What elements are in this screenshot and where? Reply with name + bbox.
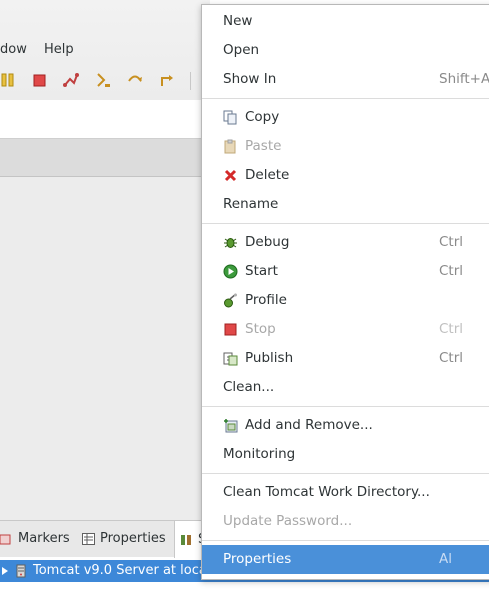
debug-shortcut: Ctrl [439, 234, 464, 250]
expand-arrow-icon[interactable] [2, 567, 8, 575]
menu-window[interactable]: dow [0, 42, 27, 57]
menu-item-copy[interactable]: Copy [202, 103, 489, 132]
servers-icon [181, 534, 191, 545]
step-over-icon[interactable] [126, 71, 144, 89]
toolbar-separator [190, 72, 191, 90]
menu-separator [202, 406, 489, 407]
menu-item-rename[interactable]: Rename [202, 190, 489, 219]
menu-separator [202, 98, 489, 99]
tab-markers-label: Markers [18, 531, 70, 546]
delete-icon [224, 169, 237, 182]
start-shortcut: Ctrl [439, 263, 464, 279]
menu-item-add-remove[interactable]: Add and Remove... [202, 411, 489, 440]
bottom-tab-strip: Markers Properties S [0, 520, 216, 558]
properties-icon [82, 532, 95, 545]
menu-separator [202, 223, 489, 224]
pane-header [0, 139, 210, 177]
menu-item-debug[interactable]: Debug Ctrl [202, 228, 489, 257]
menu-item-profile[interactable]: Profile [202, 286, 489, 315]
menu-item-show-in[interactable]: Show In Shift+A [202, 65, 489, 94]
properties-shortcut: Al [439, 551, 452, 567]
server-context-menu: New Open Show In Shift+A Copy Paste Dele… [201, 4, 489, 580]
menu-item-properties[interactable]: Properties Al [202, 545, 489, 574]
publish-shortcut: Ctrl [439, 350, 464, 366]
tab-markers[interactable]: Markers [0, 521, 70, 556]
menu-help[interactable]: Help [44, 42, 74, 57]
menu-separator [202, 473, 489, 474]
suspend-icon[interactable] [0, 71, 18, 89]
markers-icon [0, 534, 11, 544]
stop-shortcut: Ctrl [439, 321, 464, 337]
terminate-icon[interactable] [31, 71, 49, 89]
menu-item-stop[interactable]: Stop Ctrl [202, 315, 489, 344]
main-toolbar [0, 64, 210, 96]
menu-item-update-password[interactable]: Update Password... [202, 507, 489, 536]
step-into-icon[interactable] [94, 71, 112, 89]
menu-item-monitoring[interactable]: Monitoring [202, 440, 489, 469]
debug-bug-icon [224, 238, 237, 248]
editor-area [0, 177, 210, 520]
menu-item-publish[interactable]: Publish Ctrl [202, 344, 489, 373]
tab-properties[interactable]: Properties [82, 521, 166, 556]
show-in-shortcut: Shift+A [439, 71, 489, 87]
paste-icon [224, 139, 236, 154]
menu-item-paste[interactable]: Paste [202, 132, 489, 161]
menu-separator [202, 540, 489, 541]
menu-item-clean[interactable]: Clean... [202, 373, 489, 402]
step-return-icon[interactable] [158, 71, 176, 89]
copy-icon [223, 110, 237, 125]
start-icon [223, 264, 238, 279]
menu-item-open[interactable]: Open [202, 36, 489, 65]
menu-item-clean-work-dir[interactable]: Clean Tomcat Work Directory... [202, 478, 489, 507]
add-remove-icon [224, 419, 238, 433]
disconnect-icon[interactable] [62, 71, 80, 89]
tab-properties-label: Properties [100, 531, 166, 546]
stop-icon [224, 323, 237, 336]
menu-item-start[interactable]: Start Ctrl [202, 257, 489, 286]
menu-item-new[interactable]: New [202, 7, 489, 36]
server-icon [16, 564, 26, 578]
profile-icon [224, 293, 237, 308]
view-empty-area [0, 582, 489, 607]
publish-icon [223, 352, 238, 366]
menu-item-delete[interactable]: Delete [202, 161, 489, 190]
